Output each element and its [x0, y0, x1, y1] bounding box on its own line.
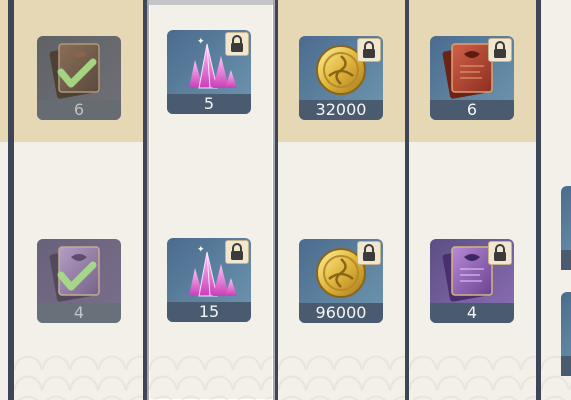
reward-card[interactable]: ✦ 5 [167, 30, 251, 114]
book-completed-icon [37, 239, 121, 303]
reward-quantity: 6 [37, 100, 121, 120]
reward-card-partial[interactable] [561, 186, 571, 270]
reward-quantity: 6 [430, 100, 514, 120]
reward-quantity: 32000 [299, 100, 383, 120]
svg-text:✦: ✦ [197, 245, 205, 255]
lock-icon [488, 38, 512, 62]
book-completed-icon [37, 36, 121, 100]
reward-column-3[interactable]: 32000 96000 [278, 0, 405, 400]
reward-card[interactable]: 6 [430, 36, 514, 120]
reward-column-partial-left [0, 0, 8, 400]
reward-quantity: 4 [37, 303, 121, 323]
lock-icon [225, 32, 249, 56]
reward-quantity: 96000 [299, 303, 383, 323]
reward-card[interactable]: 6 [37, 36, 121, 120]
lock-icon [357, 38, 381, 62]
reward-column-partial-right[interactable] [541, 0, 571, 400]
reward-card[interactable]: 4 [37, 239, 121, 323]
reward-card[interactable]: 96000 [299, 239, 383, 323]
reward-column-2-selected[interactable]: ✦ 5 ✦ 15 [147, 0, 275, 400]
reward-quantity: 15 [167, 302, 251, 322]
reward-column-1[interactable]: 6 4 [14, 0, 143, 400]
reward-card-partial[interactable] [561, 292, 571, 376]
reward-card[interactable]: 32000 [299, 36, 383, 120]
svg-text:✦: ✦ [197, 37, 205, 47]
lock-icon [357, 241, 381, 265]
reward-quantity: 4 [430, 303, 514, 323]
reward-quantity: 5 [167, 94, 251, 114]
reward-card[interactable]: ✦ 15 [167, 238, 251, 322]
reward-column-4[interactable]: 6 4 [409, 0, 536, 400]
lock-icon [225, 240, 249, 264]
reward-card[interactable]: 4 [430, 239, 514, 323]
lock-icon [488, 241, 512, 265]
